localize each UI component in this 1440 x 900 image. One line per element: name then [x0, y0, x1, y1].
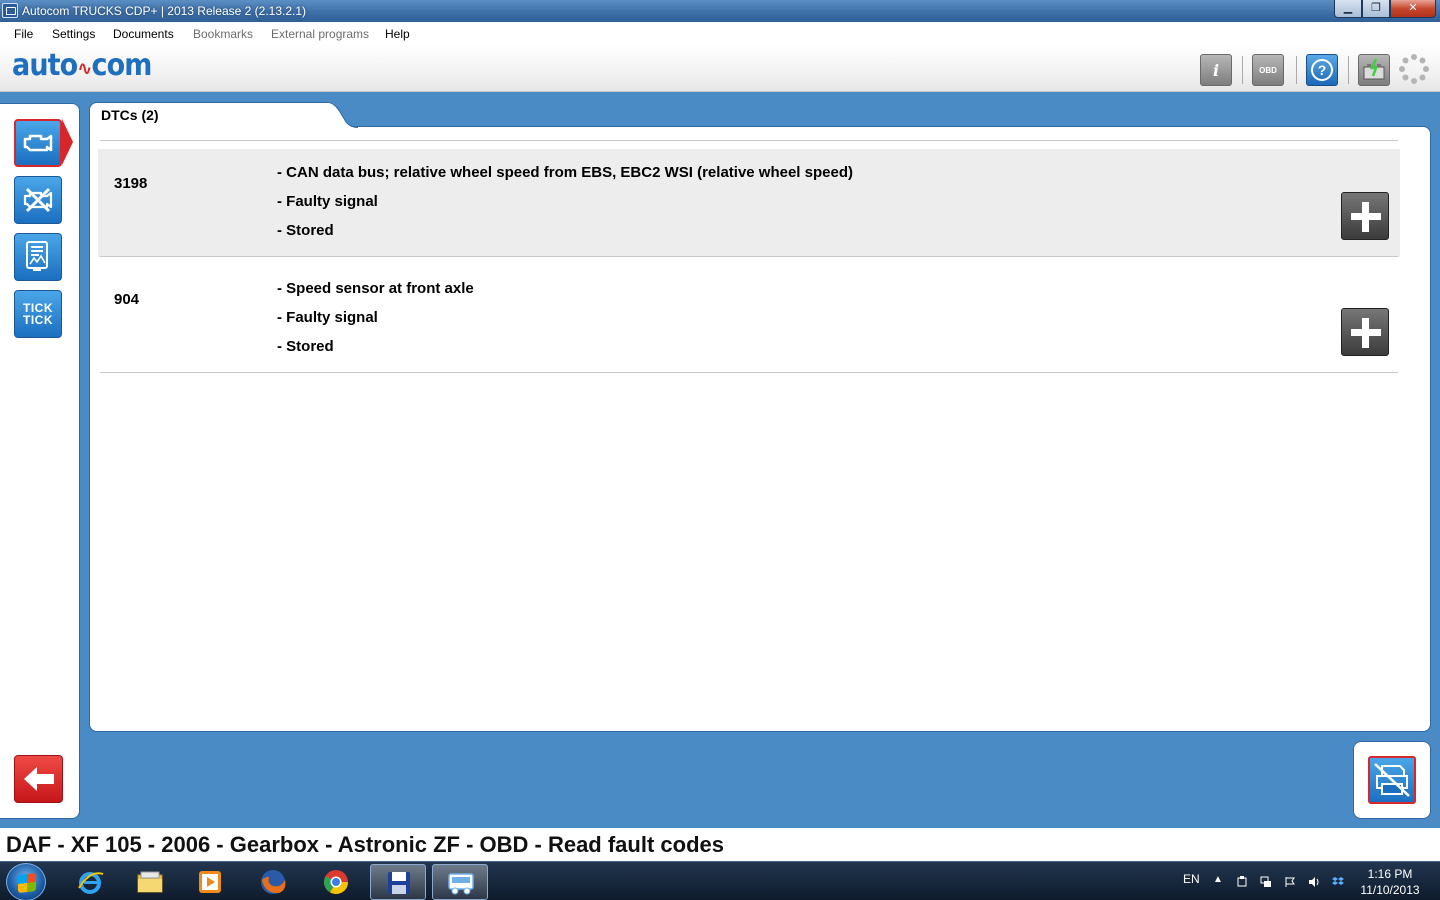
title-bar: Autocom TRUCKS CDP+ | 2013 Release 2 (2.…: [0, 0, 1440, 22]
menu-help[interactable]: Help: [385, 27, 410, 41]
usb-icon[interactable]: [1236, 876, 1248, 888]
divider: [100, 140, 1398, 141]
toolbar-separator: [1348, 56, 1349, 84]
tab-label: DTCs (2): [101, 107, 159, 123]
sidebar-item-live-data[interactable]: [14, 233, 62, 281]
divider: [100, 256, 1398, 257]
sidebar-item-clear-codes[interactable]: [14, 176, 62, 224]
window-title: Autocom TRUCKS CDP+ | 2013 Release 2 (2.…: [22, 4, 307, 18]
active-indicator: [62, 119, 73, 165]
divider: [100, 372, 1398, 373]
live-data-icon: [26, 241, 48, 271]
battery-button[interactable]: [1358, 54, 1390, 86]
battery-icon: [1363, 59, 1385, 80]
tab-join: [90, 124, 336, 130]
dtc-row: 904 - Speed sensor at front axle - Fault…: [98, 265, 1400, 373]
taskbar-firefox[interactable]: [245, 864, 301, 900]
sidebar-item-engine[interactable]: [14, 119, 62, 167]
minimize-button[interactable]: ▁: [1334, 0, 1362, 18]
close-button[interactable]: ✕: [1390, 0, 1436, 18]
internet-explorer-icon: [78, 872, 104, 894]
action-center-icon[interactable]: [1284, 876, 1296, 888]
dtc-row: 3198 - CAN data bus; relative wheel spee…: [98, 149, 1400, 257]
app-icon: [2, 3, 18, 18]
menu-external-programs[interactable]: External programs: [271, 27, 369, 41]
media-player-icon: [199, 871, 221, 893]
expand-dtc-button[interactable]: [1341, 192, 1389, 240]
dtc-description: - CAN data bus; relative wheel speed fro…: [277, 164, 853, 181]
save-disk-icon: [388, 872, 410, 894]
volume-icon[interactable]: [1308, 876, 1320, 888]
info-icon: i: [1212, 60, 1220, 80]
taskbar-internet-explorer[interactable]: [62, 864, 118, 900]
print-button[interactable]: [1368, 756, 1416, 804]
autocom-logo: auto∿com: [12, 48, 152, 83]
firefox-icon: [261, 870, 286, 894]
start-button[interactable]: [6, 863, 46, 900]
clear-codes-icon: [23, 187, 53, 213]
expand-dtc-button[interactable]: [1341, 308, 1389, 356]
spinner-icon: [1399, 54, 1429, 84]
info-button[interactable]: i: [1200, 54, 1232, 86]
status-line: DAF - XF 105 - 2006 - Gearbox - Astronic…: [0, 828, 1440, 861]
help-icon: ?: [1311, 59, 1333, 81]
chrome-icon: [323, 870, 348, 895]
network-icon[interactable]: [1260, 876, 1272, 888]
clock-date: 11/10/2013: [1360, 883, 1420, 897]
taskbar-chrome[interactable]: [308, 864, 364, 900]
system-clock[interactable]: 1:16 PM 11/10/2013: [1352, 866, 1428, 898]
clock-time: 1:16 PM: [1367, 867, 1413, 881]
dropbox-icon[interactable]: [1332, 876, 1344, 888]
window-controls: ▁ ❐ ✕: [1334, 0, 1436, 18]
logo-bar: auto∿com i OBD ?: [0, 44, 1440, 92]
obd-button[interactable]: OBD: [1252, 54, 1284, 86]
taskbar-save-app[interactable]: [370, 864, 426, 900]
tick-tick-icon: TICK TICK: [23, 301, 53, 327]
dtc-status: - Faulty signal: [277, 309, 378, 326]
dtc-code: 904: [114, 291, 140, 308]
taskbar-file-explorer[interactable]: [122, 864, 178, 900]
dtc-description: - Speed sensor at front axle: [277, 280, 474, 297]
back-arrow-icon: [23, 767, 54, 791]
menu-bookmarks[interactable]: Bookmarks: [193, 27, 253, 41]
file-explorer-icon: [137, 871, 163, 893]
dtc-status: - Faulty signal: [277, 193, 378, 210]
menu-file[interactable]: File: [14, 27, 33, 41]
sidebar-item-tick-tick[interactable]: TICK TICK: [14, 290, 62, 338]
show-hidden-icons[interactable]: ▲: [1213, 874, 1223, 900]
back-button[interactable]: [14, 755, 63, 803]
toolbar-separator: [1296, 56, 1297, 84]
menu-settings[interactable]: Settings: [52, 27, 95, 41]
engine-icon: [23, 134, 53, 152]
taskbar-autocom[interactable]: [432, 864, 488, 900]
menu-bar: File Settings Documents Bookmarks Extern…: [0, 22, 1440, 44]
dtc-state: - Stored: [277, 338, 334, 355]
dtc-code: 3198: [114, 175, 148, 192]
truck-app-icon: [448, 873, 474, 895]
taskbar-media-player[interactable]: [182, 864, 238, 900]
print-icon: [1374, 763, 1410, 797]
menu-documents[interactable]: Documents: [113, 27, 174, 41]
toolbar-separator: [1242, 56, 1243, 84]
breadcrumb: DAF - XF 105 - 2006 - Gearbox - Astronic…: [6, 832, 724, 857]
dtc-state: - Stored: [277, 222, 334, 239]
maximize-button[interactable]: ❐: [1362, 0, 1390, 18]
help-button[interactable]: ?: [1306, 54, 1338, 86]
taskbar: EN ▲ 1:16 PM 11/10/2013: [0, 861, 1440, 900]
language-indicator[interactable]: EN: [1183, 872, 1200, 900]
obd-icon: OBD: [1259, 65, 1277, 75]
